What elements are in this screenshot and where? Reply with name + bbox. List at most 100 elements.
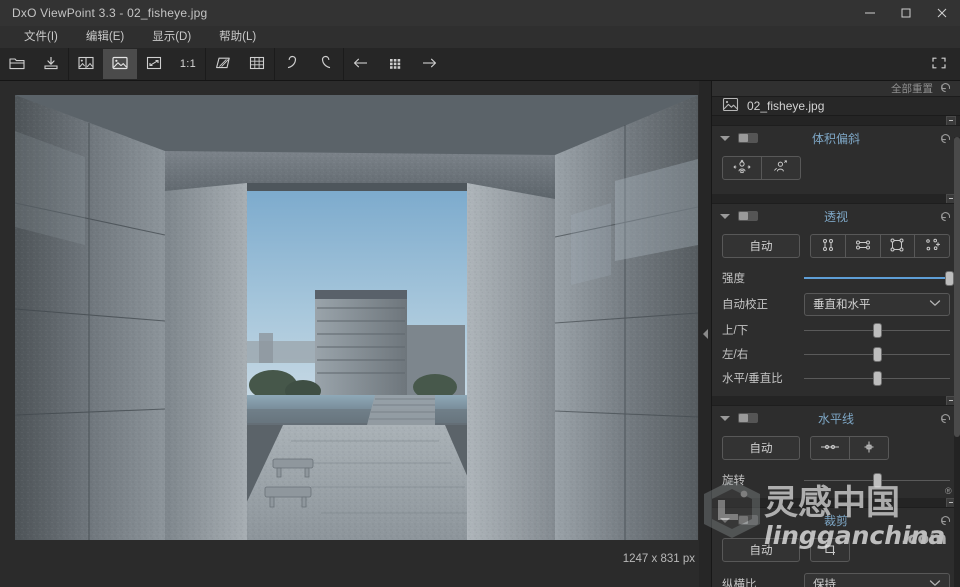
section-reset-horizon[interactable] [939, 412, 952, 424]
perspective-updown-slider[interactable] [804, 320, 950, 340]
perspective-hvratio-row: 水平/垂直比 [712, 366, 960, 390]
crop-aspect-select[interactable]: 保持 [804, 572, 950, 587]
perspective-vertical-lines-button[interactable] [811, 235, 846, 257]
chevron-down-icon[interactable] [720, 213, 730, 219]
chevron-down-icon [929, 298, 941, 310]
chevron-down-icon[interactable] [720, 415, 730, 421]
zoom-1to1-button[interactable]: 1:1 [171, 49, 205, 79]
reset-all-label[interactable]: 全部重置 [891, 81, 933, 96]
panel-scrollbar-thumb[interactable] [954, 137, 960, 437]
single-image-icon [111, 55, 129, 74]
panel-divider-3 [712, 497, 960, 508]
open-folder-button[interactable] [0, 49, 34, 79]
panel-collapse-button[interactable] [699, 81, 711, 587]
volume-person-horizontal-button[interactable] [723, 157, 762, 179]
menu-file[interactable]: 文件(I) [10, 26, 72, 48]
collapse-box-icon[interactable] [946, 115, 956, 126]
horizon-rotation-slider[interactable] [804, 470, 950, 490]
section-toggle-perspective[interactable] [738, 211, 758, 221]
crop-tools: 自动 [712, 532, 960, 570]
slider-knob[interactable] [873, 472, 882, 488]
perspective-leftright-label: 左/右 [722, 349, 749, 361]
image-viewer[interactable]: 1247 x 831 px [0, 81, 711, 587]
crop-manual-button[interactable] [811, 539, 849, 561]
chevron-down-icon[interactable] [720, 517, 730, 523]
perspective-strength-label: 强度 [722, 273, 745, 285]
menu-help[interactable]: 帮助(L) [205, 26, 270, 48]
crop-auto-button[interactable]: 自动 [722, 538, 800, 562]
image-canvas[interactable] [15, 95, 698, 540]
section-reset-volume-deformation[interactable] [939, 132, 952, 144]
volume-person-vertical-button[interactable] [762, 157, 800, 179]
section-header-volume-deformation[interactable]: 体积偏斜 [712, 126, 960, 150]
grid-overlay-icon [248, 55, 266, 74]
toolbar-group-file [0, 48, 69, 80]
horizon-line-icon [818, 439, 842, 458]
perspective-eight-points-button[interactable] [915, 235, 949, 257]
crop-tool-group [810, 538, 850, 562]
close-button[interactable] [924, 0, 960, 26]
maximize-button[interactable] [888, 0, 924, 26]
undo-button[interactable] [275, 49, 309, 79]
crop-aspect-label: 纵横比 [722, 579, 757, 587]
panel-scrollbar[interactable] [954, 137, 960, 587]
single-image-button[interactable] [103, 49, 137, 79]
undo-icon [283, 55, 301, 74]
minimize-button[interactable] [852, 0, 888, 26]
fit-to-screen-button[interactable] [137, 49, 171, 79]
section-header-horizon[interactable]: 水平线 [712, 406, 960, 430]
section-toggle-horizon[interactable] [738, 413, 758, 423]
perspective-auto-button[interactable]: 自动 [722, 234, 800, 258]
current-file-name: 02_fisheye.jpg [747, 99, 825, 113]
panel-collapse-icon [702, 329, 708, 339]
compare-view-icon [77, 55, 95, 74]
chevron-down-icon[interactable] [720, 135, 730, 141]
current-file-row[interactable]: 02_fisheye.jpg [712, 97, 960, 116]
redo-icon [317, 55, 335, 74]
horizon-auto-button[interactable]: 自动 [722, 436, 800, 460]
section-toggle-crop[interactable] [738, 515, 758, 525]
compare-view-button[interactable] [69, 49, 103, 79]
slider-knob[interactable] [873, 322, 882, 338]
volume-person-vertical-icon [770, 159, 792, 178]
perspective-leftright-slider[interactable] [804, 344, 950, 364]
fullscreen-button[interactable] [922, 49, 956, 79]
section-horizon: 水平线 自动 旋转 [712, 405, 960, 498]
perspective-tool-group [810, 234, 950, 258]
image-thumbnail-icon [722, 97, 739, 115]
perspective-tools: 自动 [712, 228, 960, 266]
horizon-line-button[interactable] [811, 437, 850, 459]
section-reset-perspective[interactable] [939, 210, 952, 222]
save-button[interactable] [34, 49, 68, 79]
grid-overlay-button[interactable] [240, 49, 274, 79]
panel-divider-top [712, 115, 960, 126]
redo-button[interactable] [309, 49, 343, 79]
crop-frame-icon [820, 541, 840, 560]
horizon-rotation-row: 旋转 [712, 468, 960, 492]
previous-image-button[interactable] [344, 49, 378, 79]
menu-view[interactable]: 显示(D) [138, 26, 205, 48]
next-image-button[interactable] [412, 49, 446, 79]
reset-arrow-icon[interactable] [939, 81, 952, 96]
volume-tool-group [722, 156, 801, 180]
section-toggle-volume-deformation[interactable] [738, 133, 758, 143]
section-header-crop[interactable]: 裁剪 [712, 508, 960, 532]
horizon-center-button[interactable] [850, 437, 888, 459]
crop-aspect-row: 纵横比 保持 [712, 570, 960, 587]
perspective-horizontal-lines-button[interactable] [846, 235, 881, 257]
menu-edit[interactable]: 编辑(E) [72, 26, 138, 48]
section-header-perspective[interactable]: 透视 [712, 204, 960, 228]
window-controls [852, 0, 960, 26]
perspective-tool-button[interactable] [206, 49, 240, 79]
thumbnail-browser-button[interactable] [378, 49, 412, 79]
title-bar: DxO ViewPoint 3.3 - 02_fisheye.jpg [0, 0, 960, 26]
perspective-autocorrect-select[interactable]: 垂直和水平 [804, 292, 950, 316]
perspective-strength-slider[interactable] [804, 268, 954, 288]
perspective-rectangle-button[interactable] [881, 235, 916, 257]
slider-knob[interactable] [944, 270, 954, 286]
perspective-hvratio-slider[interactable] [804, 368, 950, 388]
slider-knob[interactable] [873, 346, 882, 362]
section-reset-crop[interactable] [939, 514, 952, 526]
slider-knob[interactable] [873, 370, 882, 386]
crop-aspect-value: 保持 [813, 579, 836, 587]
